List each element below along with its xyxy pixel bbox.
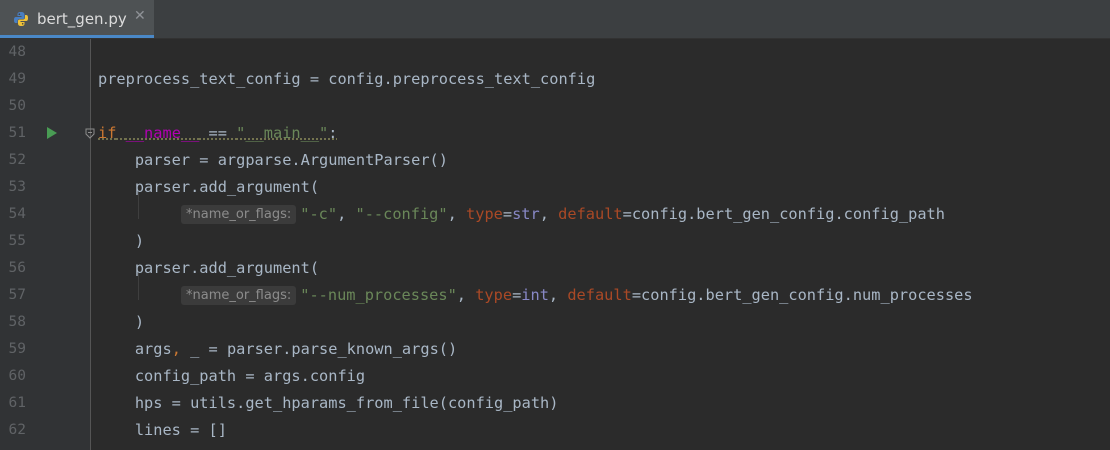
code-line-58: 58 ) xyxy=(0,309,1110,336)
code-line-52: 52 parser = argparse.ArgumentParser() xyxy=(0,147,1110,174)
tab-bert-gen[interactable]: bert_gen.py ✕ xyxy=(0,0,154,38)
param-token: type xyxy=(475,286,513,304)
keyword-token: , xyxy=(171,340,181,358)
code-text[interactable]: hps = utils.get_hparams_from_file(config… xyxy=(98,390,559,417)
fold-icon[interactable] xyxy=(85,128,95,139)
code-token: , xyxy=(539,205,559,223)
code-token: ) xyxy=(98,232,145,250)
code-token: args xyxy=(98,340,172,358)
string-token: "--num_processes" xyxy=(300,286,457,304)
line-number: 52 xyxy=(8,152,26,168)
line-number: 53 xyxy=(8,179,26,195)
code-line-51: 51 if __name__ == "__main__": xyxy=(0,120,1110,147)
code-text[interactable]: ) xyxy=(98,228,144,255)
code-line-57: 57 *name_or_flags: "--num_processes", typ… xyxy=(0,282,1110,309)
code-line-53: 53 parser.add_argument( xyxy=(0,174,1110,201)
code-token: config.bert_gen_config.config_path xyxy=(631,205,945,223)
code-text[interactable]: *name_or_flags: "--num_processes", type=i… xyxy=(181,282,973,309)
code-token: config_path = args.config xyxy=(98,367,366,385)
line-number: 58 xyxy=(8,314,26,330)
code-token: preprocess_text_config = config.preproce… xyxy=(98,70,596,88)
code-token: ) xyxy=(98,313,145,331)
keyword-token: if xyxy=(98,124,117,142)
code-token: parser.add_argument( xyxy=(98,178,320,196)
line-number: 61 xyxy=(8,395,26,411)
code-line-56: 56 parser.add_argument( xyxy=(0,255,1110,282)
parameter-hint: *name_or_flags: xyxy=(181,286,297,305)
active-tab-indicator xyxy=(0,35,154,38)
code-token: = xyxy=(512,286,522,304)
code-text[interactable]: lines = [] xyxy=(98,417,227,444)
code-token: == xyxy=(199,124,237,142)
code-editor[interactable]: 48 49 preprocess_text_config = config.pr… xyxy=(0,39,1110,450)
code-text[interactable]: preprocess_text_config = config.preproce… xyxy=(98,66,595,93)
line-number: 49 xyxy=(8,71,26,87)
code-text[interactable]: config_path = args.config xyxy=(98,363,365,390)
param-token: default xyxy=(567,286,632,304)
code-token: parser = argparse.ArgumentParser() xyxy=(98,151,448,169)
code-line-59: 59 args, _ = parser.parse_known_args() xyxy=(0,336,1110,363)
code-line-48: 48 xyxy=(0,39,1110,66)
code-token: _ = parser.parse_known_args() xyxy=(180,340,458,358)
code-token: hps = utils.get_hparams_from_file(config… xyxy=(98,394,559,412)
code-token: parser.add_argument( xyxy=(98,259,320,277)
code-line-50: 50 xyxy=(0,93,1110,120)
editor-tab-bar: bert_gen.py ✕ xyxy=(0,0,1110,39)
line-number: 48 xyxy=(8,44,26,60)
code-line-62: 62 lines = [] xyxy=(0,417,1110,444)
line-number: 57 xyxy=(8,287,26,303)
code-text[interactable]: *name_or_flags: "-c", "--config", type=st… xyxy=(181,201,945,228)
line-number: 50 xyxy=(8,98,26,114)
parameter-hint: *name_or_flags: xyxy=(181,205,297,224)
close-icon[interactable]: ✕ xyxy=(134,8,146,24)
line-number: 59 xyxy=(8,341,26,357)
python-file-icon xyxy=(14,12,28,26)
code-text[interactable]: parser = argparse.ArgumentParser() xyxy=(98,147,448,174)
code-token: , xyxy=(447,205,467,223)
tab-title: bert_gen.py xyxy=(37,10,127,28)
string-token: "--config" xyxy=(355,205,448,223)
code-token: , xyxy=(548,286,568,304)
code-text[interactable]: args, _ = parser.parse_known_args() xyxy=(98,336,457,363)
line-number: 51 xyxy=(8,125,26,141)
param-token: default xyxy=(558,205,623,223)
string-token: "-c" xyxy=(300,205,338,223)
code-line-54: 54 *name_or_flags: "-c", "--config", type… xyxy=(0,201,1110,228)
builtin-token: str xyxy=(512,205,540,223)
code-line-60: 60 config_path = args.config xyxy=(0,363,1110,390)
line-number: 55 xyxy=(8,233,26,249)
code-text[interactable]: parser.add_argument( xyxy=(98,174,319,201)
code-token: = xyxy=(631,286,642,304)
code-text[interactable]: ) xyxy=(98,309,144,336)
code-line-49: 49 preprocess_text_config = config.prepr… xyxy=(0,66,1110,93)
line-number: 62 xyxy=(8,422,26,438)
dunder-token: __name__ xyxy=(125,124,200,142)
line-number: 60 xyxy=(8,368,26,384)
code-token: lines = [] xyxy=(98,421,227,439)
code-token: config.bert_gen_config.num_processes xyxy=(641,286,973,304)
code-token: , xyxy=(337,205,356,223)
code-text[interactable]: if __name__ == "__main__": xyxy=(98,120,338,147)
code-line-55: 55 ) xyxy=(0,228,1110,255)
line-number: 54 xyxy=(8,206,26,222)
code-text[interactable]: parser.add_argument( xyxy=(98,255,319,282)
builtin-token: int xyxy=(521,286,549,304)
line-number: 56 xyxy=(8,260,26,276)
run-icon[interactable] xyxy=(47,127,57,139)
code-line-61: 61 hps = utils.get_hparams_from_file(con… xyxy=(0,390,1110,417)
code-token: , xyxy=(456,286,476,304)
code-token: = xyxy=(622,205,632,223)
code-token: = xyxy=(502,205,513,223)
code-token: : xyxy=(328,124,338,142)
string-token: "__main__" xyxy=(236,124,329,142)
param-token: type xyxy=(466,205,503,223)
